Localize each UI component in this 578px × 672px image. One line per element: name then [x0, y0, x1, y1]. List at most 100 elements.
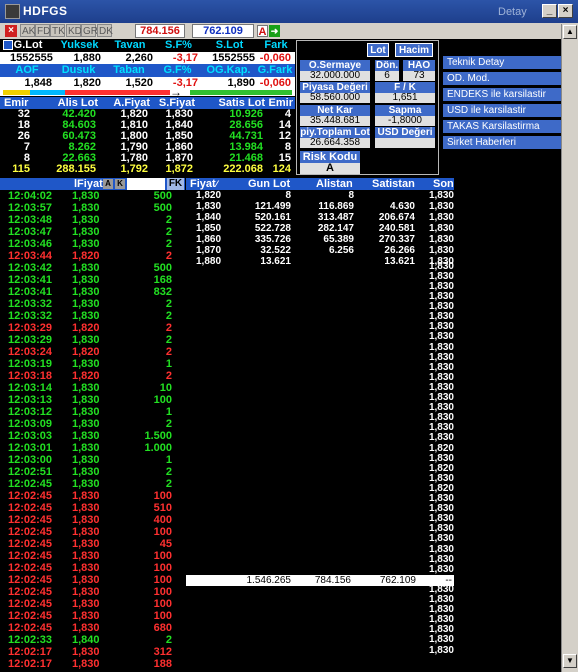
distribution-row[interactable]: 1,860 335.726 65.389 270.337 1,830: [188, 234, 454, 245]
menu-item-0[interactable]: Teknik Detay: [443, 56, 574, 70]
usd-degeri-label: USD Değeri: [375, 127, 435, 138]
trade-lot: 680: [153, 622, 172, 634]
depth-section: Emir Alis Lot A.Fiyat S.Fiyat Satis Lot Emir 3…: [0, 97, 295, 177]
dist-gun-lot: 32.522: [260, 245, 291, 256]
summary-value-2: 2,260: [125, 52, 153, 64]
summary-checkbox[interactable]: [3, 40, 13, 50]
menu-item-4[interactable]: TAKAS Karsilastirma: [443, 120, 574, 134]
summary-value-3: -3,17: [172, 52, 198, 64]
bar-cyan: [30, 90, 65, 95]
summary-header-2: Tavan: [114, 39, 146, 51]
trade-row[interactable]: 12:02:45 1,830 100: [0, 598, 185, 610]
dist-header-gunlot: Gun Lot: [248, 178, 291, 190]
app-icon: [5, 4, 20, 19]
dist-gun-lot: 121.499: [254, 201, 291, 212]
hacim-button[interactable]: Hacim: [395, 43, 433, 57]
menu-item-3[interactable]: USD ile karsilastir: [443, 104, 574, 118]
dist-satistan: 26.266: [384, 245, 415, 256]
close-symbol-icon[interactable]: ×: [5, 25, 17, 37]
dist-son: 1,830: [428, 212, 454, 223]
distribution-row[interactable]: 1,870 32.522 6.256 26.266 1,830: [188, 245, 454, 256]
window-title: HDFGS: [23, 4, 68, 18]
dist-gun-lot: 13.621: [260, 256, 291, 267]
arrow-right-icon[interactable]: ➜: [269, 25, 280, 37]
dist-header-fiyat: Fiyat: [190, 178, 216, 190]
dist-son: 1,830: [428, 223, 454, 234]
menu-item-2[interactable]: ENDEKS ile karsilastir: [443, 88, 574, 102]
a-button[interactable]: A: [257, 25, 268, 38]
toolbar-value-2: 762.109: [192, 24, 254, 38]
trades-a-button[interactable]: A: [103, 179, 113, 189]
trade-time: 12:02:45: [8, 622, 53, 634]
risk-kodu-value: A: [300, 163, 360, 174]
tab-kd[interactable]: KD: [66, 24, 82, 37]
trades-k-button[interactable]: K: [115, 179, 125, 189]
trades-header-fiyat: lFiyat: [74, 178, 103, 190]
summary-value2-1: 1,820: [73, 77, 101, 89]
depth-total-3: 1,872: [165, 163, 193, 175]
trade-time: 12:02:17: [8, 646, 53, 658]
bar-green: [190, 90, 240, 95]
tab-ak[interactable]: AK: [20, 24, 35, 37]
trade-row[interactable]: 12:02:17 1,830 312: [0, 646, 185, 658]
dist-satistan: 240.581: [378, 223, 415, 234]
dist-gun-lot: 8: [285, 190, 291, 201]
info-panel: Lot Hacim O.Sermaye 32.000.000 Dön. 6 HA…: [296, 40, 439, 175]
menu-item-1[interactable]: OD. Mod.: [443, 72, 574, 86]
trades-filter-input[interactable]: [127, 178, 165, 190]
depth-total-0: 115: [12, 163, 30, 175]
summary-value2-0: 1,848: [24, 77, 52, 89]
depth-total-1: 288.155: [56, 163, 96, 175]
o-sermaye-value: 32.000.000: [300, 71, 370, 81]
depth-total-4: 222.068: [223, 163, 263, 175]
piy-toplam-lot-value: 26.664.358: [300, 138, 370, 148]
summary-value2-2: 1,520: [125, 77, 153, 89]
tab-tk[interactable]: TK: [50, 24, 65, 37]
vertical-scrollbar[interactable]: ▲ ▼: [561, 24, 578, 672]
trade-lot: 312: [153, 646, 172, 658]
scroll-up-icon[interactable]: ▲: [563, 25, 577, 39]
distribution-table: 1,820 8 8 1,830 1,830 121.499 116.869 4.630 1,83…: [0, 190, 460, 656]
summary-value-4: 1552555: [212, 52, 255, 64]
dist-header-satistan: Satistan: [372, 178, 415, 190]
close-icon[interactable]: ×: [558, 4, 573, 18]
trades-fk-button[interactable]: FK: [167, 178, 184, 190]
dist-son: 1,830: [428, 190, 454, 201]
distribution-row[interactable]: 1,880 13.621 13.621 1,830: [188, 256, 454, 267]
summary-header2-4: OG.Kap.: [206, 64, 251, 76]
trade-price: 1,830: [72, 622, 100, 634]
dist-satistan: 4.630: [389, 201, 415, 212]
don-value: 6: [375, 71, 399, 81]
summary-header2-0: AOF: [15, 64, 39, 76]
trade-price: 1,840: [72, 634, 100, 646]
lot-button[interactable]: Lot: [367, 43, 389, 57]
distribution-row[interactable]: 1,820 8 8 1,830: [188, 190, 454, 201]
distribution-header: Fiyat ⁄ Gun Lot Alistan Satistan Son: [186, 178, 454, 190]
trade-time: 12:02:45: [8, 610, 53, 622]
distribution-row[interactable]: 1,840 520.161 313.487 206.674 1,830: [188, 212, 454, 223]
title-bar: HDFGS Detay _ ×: [0, 0, 578, 23]
trade-row[interactable]: 12:02:45 1,830 100: [0, 610, 185, 622]
summary-header-5: Fark: [264, 39, 288, 51]
dist-satistan: 270.337: [378, 234, 415, 245]
minimize-icon[interactable]: _: [542, 4, 557, 18]
summary-header2-3: G.F%: [163, 64, 192, 76]
sort-icon: ⁄: [216, 179, 218, 189]
trade-row[interactable]: 12:02:17 1,830 188: [0, 658, 185, 670]
trade-row[interactable]: 12:02:45 1,830 680: [0, 622, 185, 634]
hao-value: 73: [403, 71, 435, 81]
tab-dk[interactable]: DK: [97, 24, 113, 37]
dist-son: 1,830: [428, 245, 454, 256]
summary-header2-5: G.Fark: [257, 64, 293, 76]
dist-satistan: 13.621: [384, 256, 415, 267]
distribution-row[interactable]: 1,850 522.728 282.147 240.581 1,830: [188, 223, 454, 234]
distribution-row[interactable]: 1,830 121.499 116.869 4.630 1,830: [188, 201, 454, 212]
trade-row[interactable]: 12:02:33 1,840 2: [0, 634, 185, 646]
scroll-down-icon[interactable]: ▼: [563, 654, 577, 668]
tab-fd[interactable]: FD: [35, 24, 50, 37]
trade-price: 1,830: [72, 598, 100, 610]
tab-gr[interactable]: GR: [81, 24, 98, 37]
net-kar-value: 35.448.681: [300, 116, 370, 126]
summary-header-4: S.Lot: [215, 39, 244, 51]
menu-item-5[interactable]: Sirket Haberleri: [443, 136, 574, 150]
